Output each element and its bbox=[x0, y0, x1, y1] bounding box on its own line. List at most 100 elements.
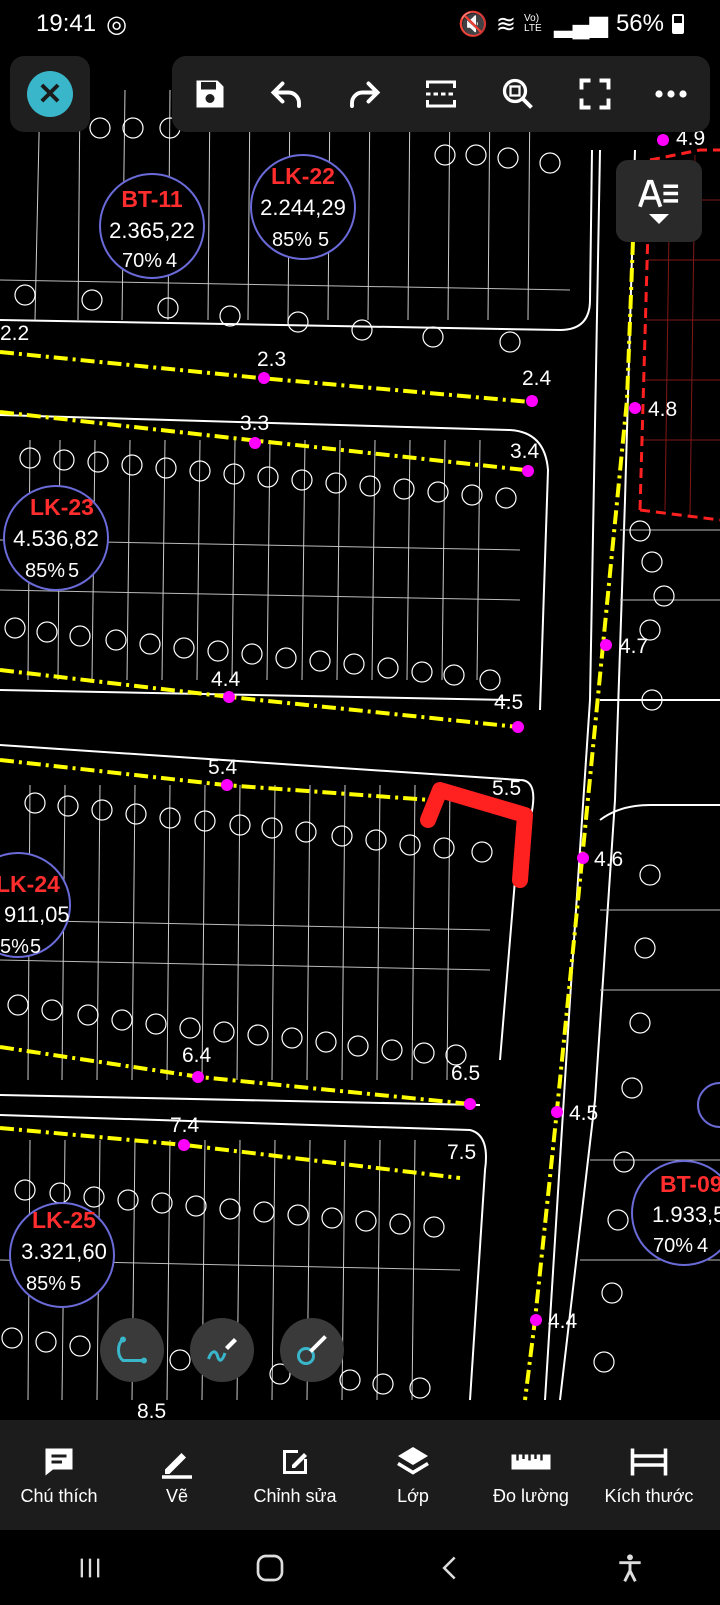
pencil-icon bbox=[162, 1452, 192, 1479]
tool-edit[interactable]: Chỉnh sửa bbox=[236, 1420, 354, 1530]
tool-measure[interactable]: Đo lường bbox=[472, 1420, 590, 1530]
point-label: 4.6 bbox=[594, 848, 623, 871]
block-floors: 4 bbox=[166, 250, 177, 272]
block-area: 2.365,22 bbox=[109, 218, 195, 243]
block-ratio: 85% bbox=[272, 229, 312, 251]
clock: 19:41 bbox=[36, 10, 97, 37]
freehand-pencil-icon bbox=[207, 1338, 237, 1362]
text-style-button[interactable] bbox=[616, 160, 702, 242]
tool-label: Đo lường bbox=[493, 1485, 569, 1506]
block-ratio: 5% bbox=[0, 936, 29, 958]
undo-icon bbox=[271, 81, 302, 108]
notification-icon: ◎ bbox=[106, 10, 128, 38]
point-label: 7.5 bbox=[447, 1141, 476, 1164]
freehand-tool-button[interactable] bbox=[190, 1318, 254, 1382]
text-style-icon bbox=[638, 179, 679, 208]
block-floors: 5 bbox=[30, 936, 41, 958]
block-area: 1.933,50 bbox=[652, 1202, 720, 1227]
tool-draw[interactable]: Vẽ bbox=[118, 1420, 236, 1530]
home-icon bbox=[256, 1554, 284, 1581]
block-floors: 5 bbox=[70, 1273, 81, 1295]
dimension-icon bbox=[630, 1448, 668, 1475]
point-label: 5.4 bbox=[208, 756, 238, 779]
undo-button[interactable] bbox=[259, 66, 315, 122]
close-icon: ✕ bbox=[27, 71, 73, 117]
point-label: 4.4 bbox=[211, 668, 241, 691]
battery-icon bbox=[672, 14, 684, 34]
save-icon bbox=[196, 80, 224, 108]
more-icon bbox=[655, 90, 688, 98]
point-label: 8.5 bbox=[137, 1400, 166, 1420]
mute-icon: 🔇 bbox=[458, 10, 488, 38]
block-name: LK-23 bbox=[30, 494, 94, 520]
wifi-icon: ≋ bbox=[495, 10, 517, 38]
block-area: 4.536,82 bbox=[13, 526, 99, 551]
point-label: 4.5 bbox=[569, 1102, 598, 1125]
point-label: 4.8 bbox=[648, 398, 677, 421]
point-label: 3.4 bbox=[510, 440, 540, 463]
point-label: 7.4 bbox=[170, 1114, 200, 1137]
block-name: LK-22 bbox=[271, 163, 335, 189]
block-ratio: 70% bbox=[653, 1235, 693, 1257]
accessibility-button[interactable] bbox=[600, 1543, 660, 1593]
block-ratio: 85% bbox=[25, 560, 65, 582]
block-name: BT-11 bbox=[121, 186, 183, 212]
recents-button[interactable] bbox=[60, 1543, 120, 1593]
tool-label: Kích thước bbox=[604, 1485, 694, 1506]
block-area: 2.244,29 bbox=[260, 195, 346, 220]
polyline-icon bbox=[117, 1336, 147, 1364]
point-label: 2.2 bbox=[0, 322, 29, 345]
fullscreen-icon bbox=[579, 78, 611, 110]
fullscreen-button[interactable] bbox=[567, 66, 623, 122]
block-floors: 5 bbox=[68, 560, 79, 582]
polyline-tool-button[interactable] bbox=[100, 1318, 164, 1382]
point-label: 6.5 bbox=[451, 1062, 480, 1085]
cad-drawing[interactable]: BT-11 2.365,22 70% 4 LK-22 2.244,29 85% … bbox=[0, 48, 720, 1420]
top-toolbar bbox=[172, 56, 710, 132]
tool-annotation[interactable]: Chú thích bbox=[0, 1420, 118, 1530]
ruler-icon bbox=[511, 1454, 551, 1469]
redo-button[interactable] bbox=[336, 66, 392, 122]
tool-dimension[interactable]: Kích thước bbox=[590, 1420, 708, 1530]
section-icon bbox=[425, 80, 456, 108]
edit-icon bbox=[283, 1449, 307, 1474]
point-label: 2.3 bbox=[257, 348, 286, 371]
tool-label: Chú thích bbox=[20, 1485, 98, 1506]
tool-label: Chỉnh sửa bbox=[253, 1485, 337, 1506]
point-label: 5.5 bbox=[492, 777, 521, 800]
zoom-extents-button[interactable] bbox=[490, 66, 546, 122]
point-label: 2.4 bbox=[522, 367, 552, 390]
more-button[interactable] bbox=[643, 66, 699, 122]
tool-layers[interactable]: Lớp bbox=[354, 1420, 472, 1530]
point-label: 4.7 bbox=[619, 635, 648, 658]
signal-icon: ▂▄▆ bbox=[554, 10, 608, 38]
tool-more[interactable]: M bbox=[708, 1420, 720, 1530]
accessibility-icon bbox=[619, 1553, 641, 1582]
battery-level: 56% bbox=[615, 10, 664, 37]
block-name: LK-25 bbox=[32, 1207, 96, 1233]
point-label: 4.4 bbox=[548, 1310, 578, 1333]
back-button[interactable] bbox=[420, 1543, 480, 1593]
lte-label: Vo) LTE bbox=[524, 13, 542, 34]
close-button[interactable]: ✕ bbox=[10, 56, 90, 132]
section-button[interactable] bbox=[413, 66, 469, 122]
save-button[interactable] bbox=[182, 66, 238, 122]
brush-icon bbox=[297, 1335, 327, 1365]
block-floors: 4 bbox=[697, 1235, 708, 1257]
status-bar: 19:41 ◎ 🔇 ≋ Vo) LTE ▂▄▆ 56% bbox=[0, 0, 720, 48]
tool-label: Lớp bbox=[397, 1485, 429, 1506]
point-label: 3.3 bbox=[240, 412, 269, 435]
block-area: 911,05 bbox=[4, 902, 70, 927]
block-area: 3.321,60 bbox=[21, 1239, 107, 1264]
brush-tool-button[interactable] bbox=[280, 1318, 344, 1382]
system-nav-bar bbox=[0, 1530, 720, 1605]
zoom-extents-icon bbox=[502, 78, 533, 109]
bottom-tool-menu: Chú thích Vẽ Chỉnh sửa Lớp Đo lường Kích… bbox=[0, 1420, 720, 1530]
back-icon bbox=[442, 1556, 456, 1579]
block-name: BT-09 bbox=[660, 1171, 720, 1197]
comment-icon bbox=[45, 1448, 73, 1475]
block-floors: 5 bbox=[318, 229, 329, 251]
home-button[interactable] bbox=[240, 1543, 300, 1593]
drawing-canvas[interactable]: BT-11 2.365,22 70% 4 LK-22 2.244,29 85% … bbox=[0, 48, 720, 1420]
block-name: LK-24 bbox=[0, 871, 60, 897]
